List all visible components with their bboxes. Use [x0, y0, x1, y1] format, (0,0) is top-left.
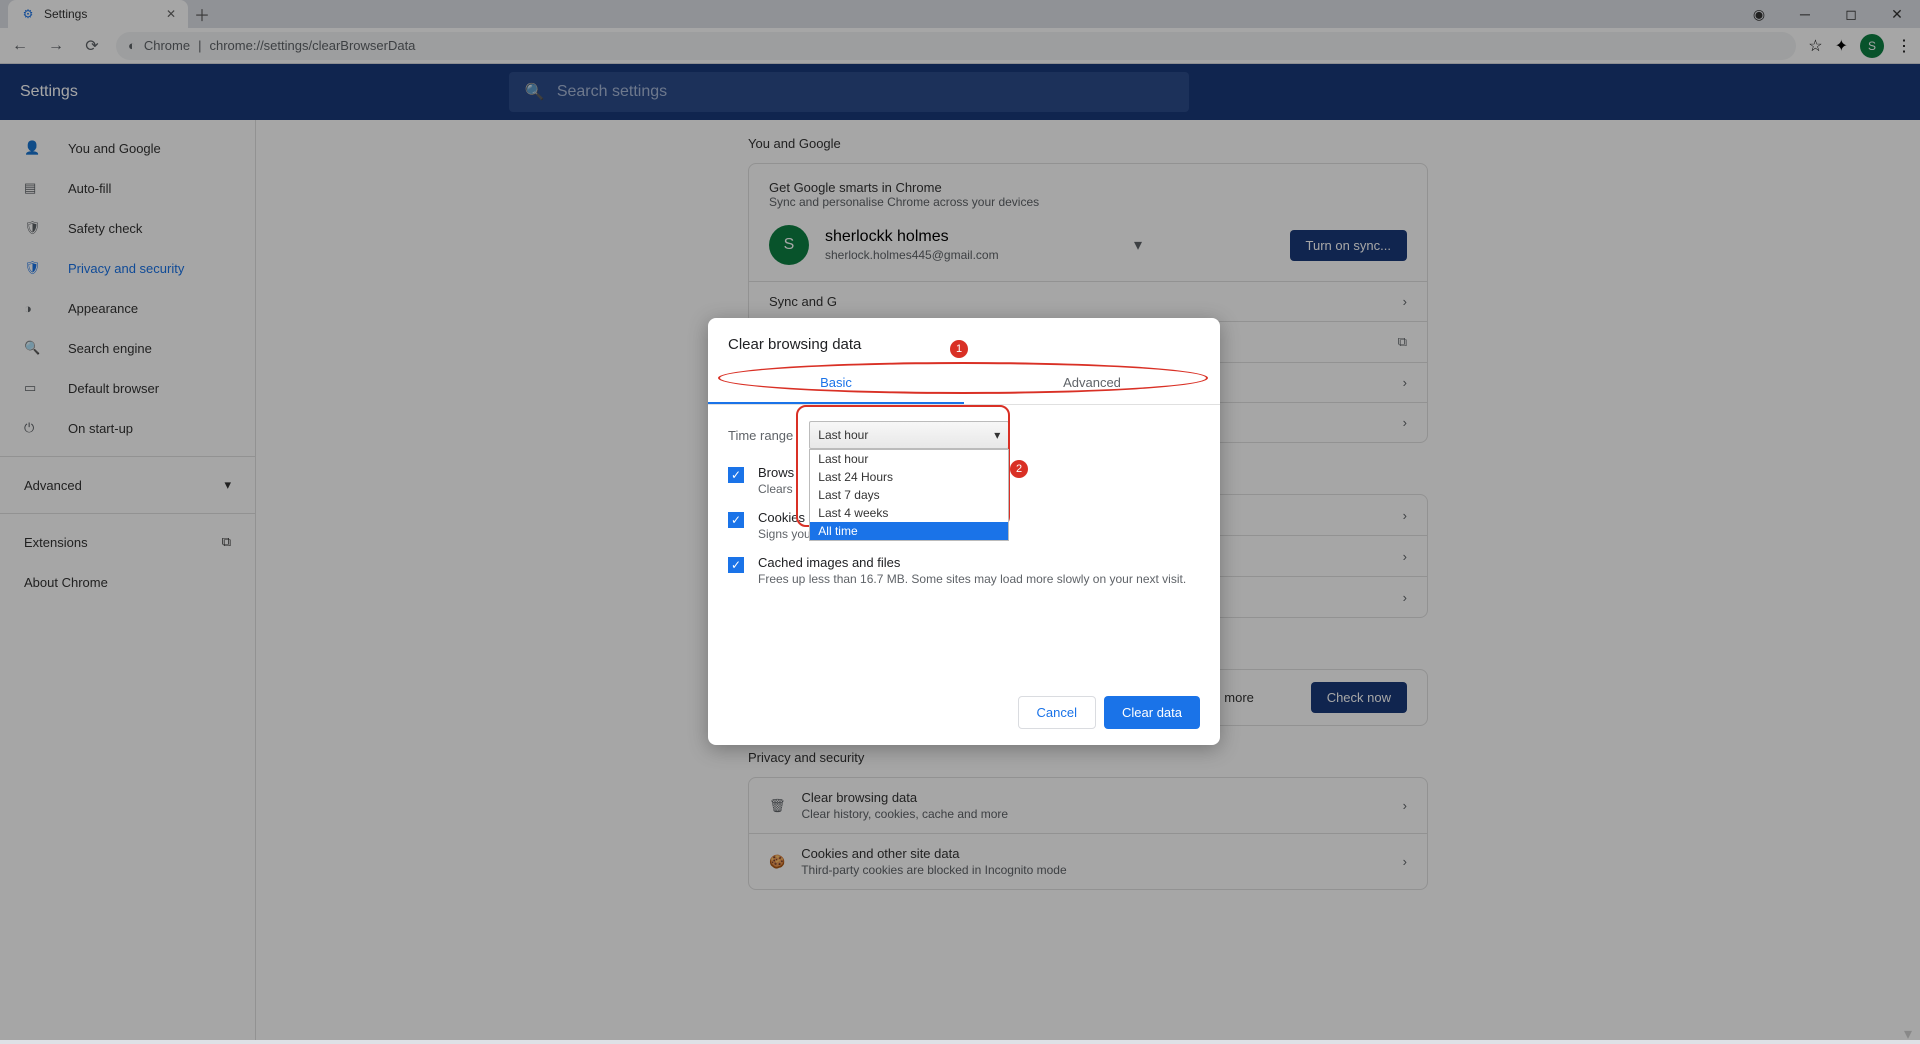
- clear-browsing-data-dialog: Clear browsing data Basic Advanced Time …: [708, 318, 1220, 745]
- dropdown-option[interactable]: Last 7 days: [810, 486, 1008, 504]
- dropdown-option[interactable]: Last 4 weeks: [810, 504, 1008, 522]
- checkbox-subtitle: Frees up less than 16.7 MB. Some sites m…: [758, 572, 1186, 586]
- time-range-row: Time range Last hour ▾ Last hour Last 24…: [728, 421, 1200, 449]
- clear-data-button[interactable]: Clear data: [1104, 696, 1200, 729]
- checkbox-title: Cached images and files: [758, 555, 1186, 570]
- chevron-down-icon: ▾: [994, 428, 1000, 442]
- checkbox-title: Brows: [758, 465, 794, 480]
- tab-advanced[interactable]: Advanced: [964, 363, 1220, 404]
- dropdown-option[interactable]: Last 24 Hours: [810, 468, 1008, 486]
- dialog-actions: Cancel Clear data: [708, 696, 1220, 729]
- cancel-button[interactable]: Cancel: [1018, 696, 1096, 729]
- scroll-down-icon[interactable]: ▾: [1904, 1024, 1920, 1040]
- dropdown-option[interactable]: Last hour: [810, 450, 1008, 468]
- dropdown-option-highlighted[interactable]: All time: [810, 522, 1008, 540]
- time-range-dropdown: Last hour Last 24 Hours Last 7 days Last…: [809, 449, 1009, 541]
- checkbox-checked[interactable]: ✓: [728, 467, 744, 483]
- time-range-label: Time range: [728, 428, 793, 443]
- checkbox-checked[interactable]: ✓: [728, 557, 744, 573]
- tab-basic[interactable]: Basic: [708, 363, 964, 404]
- checkbox-checked[interactable]: ✓: [728, 512, 744, 528]
- time-range-select[interactable]: Last hour ▾: [809, 421, 1009, 449]
- select-value: Last hour: [818, 428, 868, 442]
- time-range-select-wrap: Last hour ▾ Last hour Last 24 Hours Last…: [809, 421, 1009, 449]
- dialog-tabs: Basic Advanced: [708, 363, 1220, 405]
- dialog-title: Clear browsing data: [708, 318, 1220, 363]
- dialog-body: Time range Last hour ▾ Last hour Last 24…: [708, 405, 1220, 616]
- checkbox-subtitle: Clears: [758, 482, 794, 496]
- checkbox-row-cached: ✓ Cached images and files Frees up less t…: [728, 555, 1200, 586]
